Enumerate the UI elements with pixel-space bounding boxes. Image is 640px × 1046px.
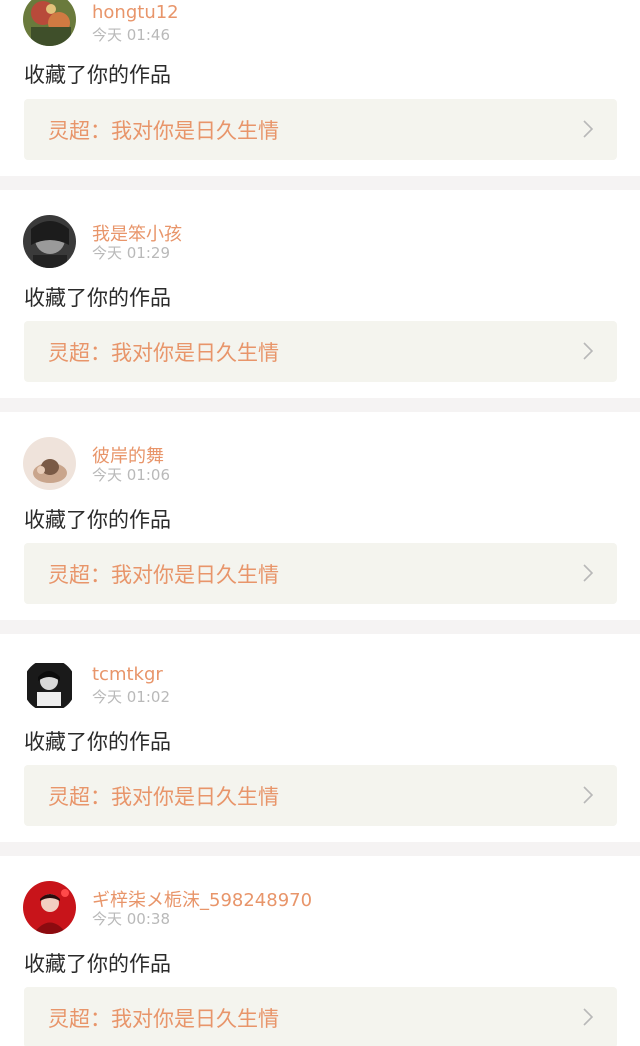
work-link[interactable]: 灵超：我对你是日久生情 [24,543,617,604]
action-text: 收藏了你的作品 [24,730,171,754]
action-text: 收藏了你的作品 [24,286,171,310]
chevron-right-icon [583,342,593,360]
user-avatar[interactable] [23,881,76,934]
chevron-right-icon [583,786,593,804]
work-link[interactable]: 灵超：我对你是日久生情 [24,987,617,1046]
user-avatar-icon [23,881,76,934]
work-title: 灵超：我对你是日久生情 [48,785,279,809]
section-divider [0,398,640,412]
notification-item: ギ梓柒メ栀沫_598248970 今天 00:38 收藏了你的作品 灵超：我对你… [0,856,640,1046]
work-title: 灵超：我对你是日久生情 [48,563,279,587]
user-avatar[interactable] [23,659,76,712]
chevron-right-icon [583,1008,593,1026]
work-link[interactable]: 灵超：我对你是日久生情 [24,99,617,160]
work-link[interactable]: 灵超：我对你是日久生情 [24,765,617,826]
user-avatar-icon [23,0,76,46]
notification-feed: hongtu12 今天 01:46 收藏了你的作品 灵超：我对你是日久生情 我是… [0,0,640,1046]
chevron-right-icon [583,120,593,138]
action-text: 收藏了你的作品 [24,508,171,532]
timestamp: 今天 01:29 [92,244,170,262]
section-divider [0,842,640,856]
work-title: 灵超：我对你是日久生情 [48,1007,279,1031]
section-divider [0,620,640,634]
notification-item: hongtu12 今天 01:46 收藏了你的作品 灵超：我对你是日久生情 [0,0,640,176]
notification-item: 彼岸的舞 今天 01:06 收藏了你的作品 灵超：我对你是日久生情 [0,412,640,620]
timestamp: 今天 00:38 [92,910,170,928]
chevron-right-icon [583,564,593,582]
user-avatar-icon [23,659,76,712]
section-divider [0,176,640,190]
notification-item: 我是笨小孩 今天 01:29 收藏了你的作品 灵超：我对你是日久生情 [0,190,640,398]
user-avatar-icon [23,215,76,268]
work-link[interactable]: 灵超：我对你是日久生情 [24,321,617,382]
user-avatar[interactable] [23,215,76,268]
timestamp: 今天 01:02 [92,688,170,706]
action-text: 收藏了你的作品 [24,952,171,976]
user-avatar-icon [23,437,76,490]
timestamp: 今天 01:46 [92,26,170,44]
username[interactable]: tcmtkgr [92,664,163,685]
username[interactable]: hongtu12 [92,2,179,23]
notification-item: tcmtkgr 今天 01:02 收藏了你的作品 灵超：我对你是日久生情 [0,634,640,842]
user-avatar[interactable] [23,0,76,46]
work-title: 灵超：我对你是日久生情 [48,119,279,143]
work-title: 灵超：我对你是日久生情 [48,341,279,365]
action-text: 收藏了你的作品 [24,63,171,87]
timestamp: 今天 01:06 [92,466,170,484]
user-avatar[interactable] [23,437,76,490]
